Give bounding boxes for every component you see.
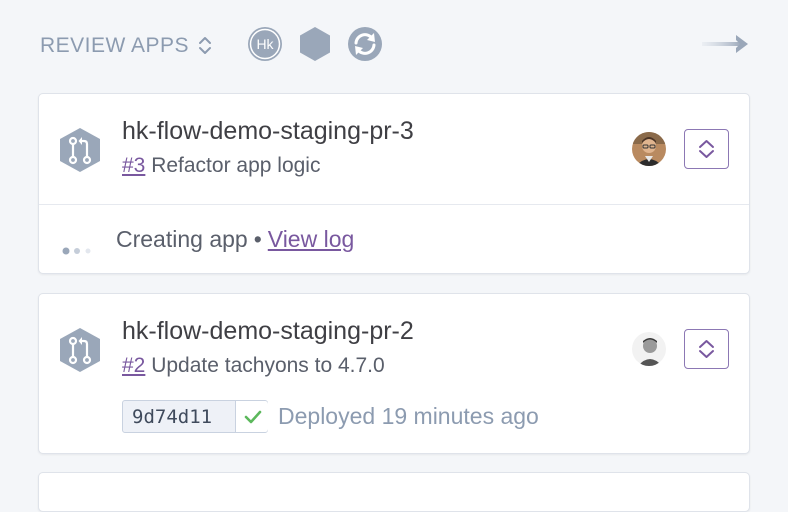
pull-request-icon (58, 327, 102, 373)
pull-request-line: #2 Update tachyons to 4.7.0 (122, 354, 385, 378)
hexagon-badge[interactable] (297, 26, 333, 62)
view-log-link[interactable]: View log (268, 226, 355, 252)
review-apps-header: REVIEW APPS Hk (40, 26, 750, 62)
app-name[interactable]: hk-flow-demo-staging-pr-2 (122, 317, 414, 346)
commit-sha-badge[interactable]: 9d74d11 (122, 400, 268, 433)
expand-button[interactable] (684, 329, 729, 369)
loading-dots-icon (62, 235, 96, 262)
arrow-right-icon[interactable] (702, 34, 750, 59)
avatar (632, 132, 666, 166)
expand-button[interactable] (684, 129, 729, 169)
review-app-card[interactable] (38, 472, 750, 512)
hk-badge[interactable]: Hk (247, 26, 283, 62)
status-text-group: Creating app • View log (116, 226, 354, 253)
review-app-card[interactable]: hk-flow-demo-staging-pr-3 #3 Refactor ap… (38, 93, 750, 274)
separator: • (253, 226, 262, 252)
commit-sha: 9d74d11 (132, 406, 213, 428)
avatar (632, 332, 666, 366)
pr-title: Update tachyons to 4.7.0 (151, 354, 385, 377)
status-text: Creating app (116, 226, 248, 252)
chevron-up-down-icon (699, 140, 714, 158)
sync-icon[interactable] (347, 26, 383, 62)
sort-icon[interactable] (198, 34, 212, 62)
section-title-label: REVIEW APPS (40, 34, 190, 57)
review-app-card[interactable]: hk-flow-demo-staging-pr-2 #2 Update tach… (38, 293, 750, 454)
pr-number-link[interactable]: #3 (122, 154, 145, 177)
pr-number-link[interactable]: #2 (122, 354, 145, 377)
pull-request-icon (58, 127, 102, 173)
pull-request-line: #3 Refactor app logic (122, 154, 320, 178)
status-row: Creating app • View log (59, 221, 719, 257)
chevron-up-down-icon (699, 340, 714, 358)
section-title[interactable]: REVIEW APPS (40, 34, 211, 58)
app-name[interactable]: hk-flow-demo-staging-pr-3 (122, 117, 414, 146)
check-icon (235, 401, 268, 432)
hk-badge-label: Hk (256, 36, 274, 52)
pr-title: Refactor app logic (151, 154, 321, 177)
divider (39, 204, 749, 205)
deploy-status: Deployed 19 minutes ago (278, 403, 539, 429)
